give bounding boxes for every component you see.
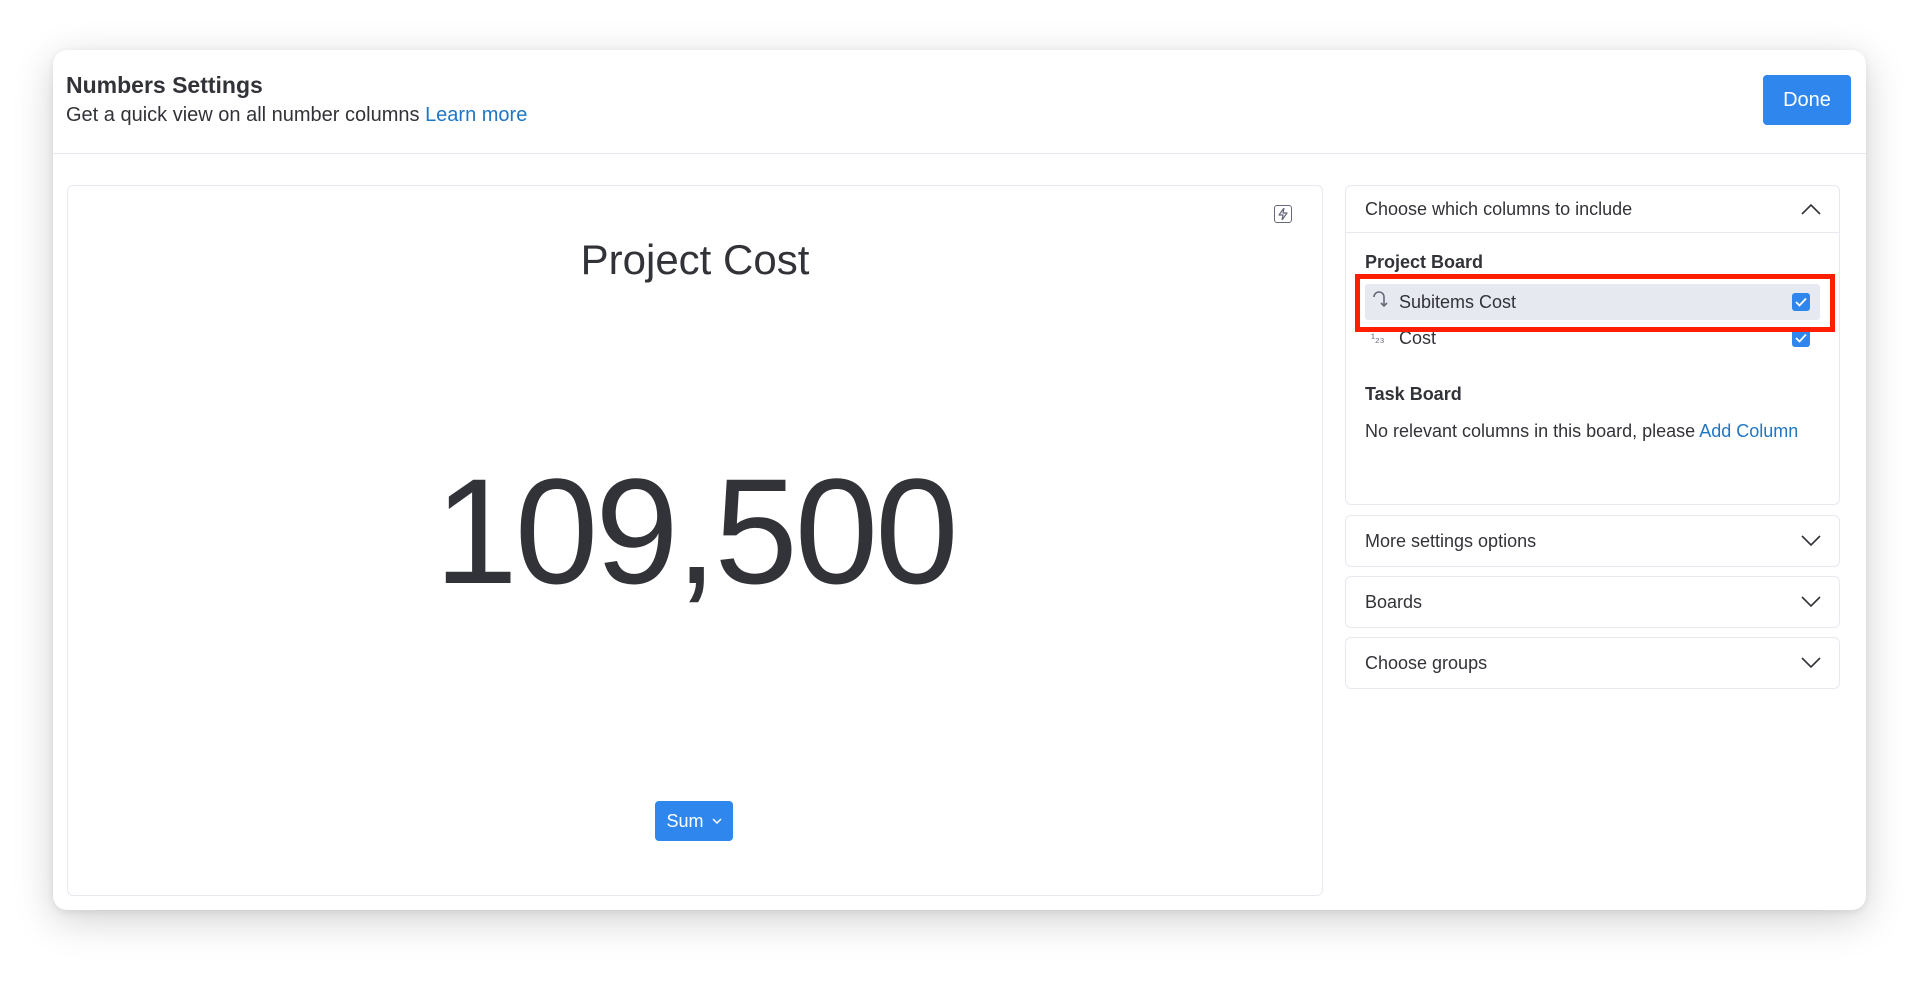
boards-panel[interactable]: Boards [1345, 576, 1840, 628]
subtitle-text: Get a quick view on all number columns [66, 104, 420, 126]
chevron-down-icon [711, 818, 722, 824]
learn-more-link[interactable]: Learn more [425, 104, 527, 126]
chevron-down-icon [1801, 596, 1821, 608]
function-dropdown-button[interactable]: Sum [655, 801, 733, 841]
automation-bolt-icon[interactable] [1274, 205, 1292, 223]
checkmark-icon [1795, 333, 1807, 343]
add-column-link[interactable]: Add Column [1699, 421, 1798, 441]
preview-title: Project Cost [580, 236, 810, 283]
highlight-annotation [1355, 274, 1835, 332]
more-settings-panel[interactable]: More settings options [1345, 515, 1840, 567]
columns-panel: Choose which columns to include Project … [1345, 185, 1840, 505]
function-label: Sum [666, 810, 704, 831]
columns-panel-header[interactable]: Choose which columns to include [1346, 186, 1839, 233]
numbers-settings-modal: Numbers Settings Get a quick view on all… [53, 50, 1866, 910]
modal-title: Numbers Settings [66, 72, 263, 98]
choose-groups-header[interactable]: Choose groups [1346, 638, 1839, 688]
boards-header[interactable]: Boards [1346, 577, 1839, 627]
more-settings-header[interactable]: More settings options [1346, 516, 1839, 566]
preview-value: 109,500 [434, 447, 958, 615]
numbers-icon: ¹₂₃ [1371, 331, 1385, 345]
task-board-label: Task Board [1365, 384, 1462, 404]
no-columns-text: No relevant columns in this board, pleas… [1365, 421, 1696, 441]
chevron-down-icon [1801, 535, 1821, 547]
more-settings-label: More settings options [1365, 530, 1537, 551]
modal-header: Numbers Settings Get a quick view on all… [53, 50, 1866, 154]
widget-preview: Project Cost 109,500 Sum [67, 185, 1323, 896]
done-button[interactable]: Done [1763, 75, 1851, 125]
modal-subtitle: Get a quick view on all number columns L… [66, 104, 527, 127]
project-board-label: Project Board [1365, 252, 1484, 272]
choose-groups-label: Choose groups [1365, 652, 1488, 673]
no-columns-message: No relevant columns in this board, pleas… [1365, 421, 1798, 442]
chevron-up-icon [1801, 203, 1821, 215]
choose-groups-panel[interactable]: Choose groups [1345, 637, 1840, 689]
boards-label: Boards [1365, 591, 1423, 612]
columns-panel-title: Choose which columns to include [1365, 198, 1633, 219]
chevron-down-icon [1801, 657, 1821, 669]
